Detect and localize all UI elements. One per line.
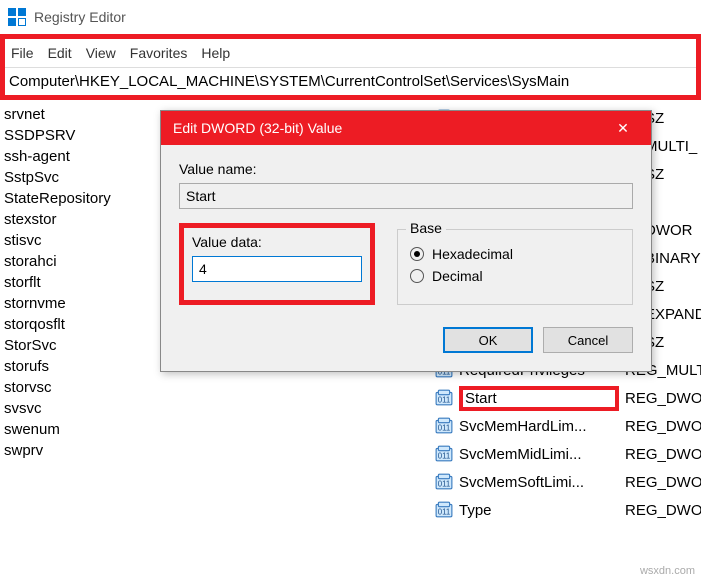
dword-icon: 011 [435, 501, 453, 519]
menu-help[interactable]: Help [201, 45, 230, 61]
tree-item[interactable]: StorSvc [0, 335, 165, 356]
dword-icon: 011 [435, 417, 453, 435]
tree-item[interactable]: stornvme [0, 293, 165, 314]
value-type: REG_DWOR [625, 446, 701, 463]
title-bar: Registry Editor [0, 0, 701, 34]
menu-favorites[interactable]: Favorites [130, 45, 188, 61]
tree-item[interactable]: swprv [0, 440, 165, 461]
tree-item[interactable]: stisvc [0, 230, 165, 251]
menu-file[interactable]: File [11, 45, 34, 61]
value-type: REG_DWOR [625, 418, 701, 435]
menu-bar: File Edit View Favorites Help [5, 39, 696, 67]
base-fieldset: Base Hexadecimal Decimal [397, 229, 633, 305]
tree-item[interactable]: storflt [0, 272, 165, 293]
radio-decimal[interactable]: Decimal [410, 268, 620, 284]
cancel-button[interactable]: Cancel [543, 327, 633, 353]
tree-item[interactable]: storvsc [0, 377, 165, 398]
watermark: wsxdn.com [640, 565, 695, 577]
value-row[interactable]: 011 SvcMemSoftLimi... REG_DWOR [431, 468, 701, 496]
value-row[interactable]: 011 SvcMemMidLimi... REG_DWOR [431, 440, 701, 468]
value-data-highlight: Value data: [179, 223, 375, 305]
tree-item[interactable]: stexstor [0, 209, 165, 230]
radio-label: Hexadecimal [432, 246, 513, 262]
edit-dword-dialog: Edit DWORD (32-bit) Value ✕ Value name: … [160, 110, 652, 372]
tree-item[interactable]: storahci [0, 251, 165, 272]
dword-icon: 011 [435, 445, 453, 463]
tree-item[interactable]: storufs [0, 356, 165, 377]
value-name: SvcMemMidLimi... [459, 446, 619, 463]
radio-icon [410, 269, 424, 283]
tree-item[interactable]: SSDPSRV [0, 125, 165, 146]
address-input[interactable] [5, 68, 696, 95]
value-name-input[interactable] [179, 183, 633, 209]
svg-text:011: 011 [438, 480, 451, 489]
ok-button[interactable]: OK [443, 327, 533, 353]
value-type: REG_DWOR [625, 390, 701, 407]
dialog-body: Value name: Value data: Base Hexadecimal… [161, 145, 651, 371]
tree-item[interactable]: storqosflt [0, 314, 165, 335]
base-group: Base Hexadecimal Decimal [397, 223, 633, 305]
value-name: Type [459, 502, 619, 519]
menu-address-highlight: File Edit View Favorites Help [0, 34, 701, 100]
app-icon [8, 8, 26, 26]
menu-edit[interactable]: Edit [48, 45, 72, 61]
value-name: SvcMemSoftLimi... [459, 474, 619, 491]
base-legend: Base [406, 220, 446, 236]
tree-item[interactable]: svsvc [0, 398, 165, 419]
value-name: SvcMemHardLim... [459, 418, 619, 435]
tree-item[interactable]: srvnet [0, 104, 165, 125]
value-type: REG_DWOR [625, 502, 701, 519]
value-row[interactable]: 011 Type REG_DWOR [431, 496, 701, 524]
address-bar [5, 67, 696, 95]
value-row[interactable]: 011 SvcMemHardLim... REG_DWOR [431, 412, 701, 440]
tree-item[interactable]: StateRepository [0, 188, 165, 209]
window-title: Registry Editor [34, 9, 126, 25]
tree-panel: srvnet SSDPSRV ssh-agent SstpSvc StateRe… [0, 100, 165, 461]
svg-text:011: 011 [438, 508, 451, 517]
tree-item[interactable]: SstpSvc [0, 167, 165, 188]
dialog-title: Edit DWORD (32-bit) Value [173, 120, 342, 136]
svg-text:011: 011 [438, 424, 451, 433]
value-data-label: Value data: [192, 234, 362, 250]
dword-icon: 011 [435, 473, 453, 491]
svg-text:011: 011 [438, 452, 451, 461]
value-data-input[interactable] [192, 256, 362, 282]
dialog-title-bar: Edit DWORD (32-bit) Value ✕ [161, 111, 651, 145]
value-row[interactable]: 011 Start REG_DWOR [431, 384, 701, 412]
radio-label: Decimal [432, 268, 483, 284]
menu-view[interactable]: View [86, 45, 116, 61]
value-name-label: Value name: [179, 161, 633, 177]
dword-icon: 011 [435, 389, 453, 407]
value-name: Start [459, 386, 619, 411]
value-type: REG_DWOR [625, 474, 701, 491]
svg-text:011: 011 [438, 396, 451, 405]
radio-hexadecimal[interactable]: Hexadecimal [410, 246, 620, 262]
dialog-button-row: OK Cancel [179, 327, 633, 353]
tree-item[interactable]: swenum [0, 419, 165, 440]
tree-item[interactable]: ssh-agent [0, 146, 165, 167]
close-icon[interactable]: ✕ [607, 120, 639, 137]
radio-icon [410, 247, 424, 261]
